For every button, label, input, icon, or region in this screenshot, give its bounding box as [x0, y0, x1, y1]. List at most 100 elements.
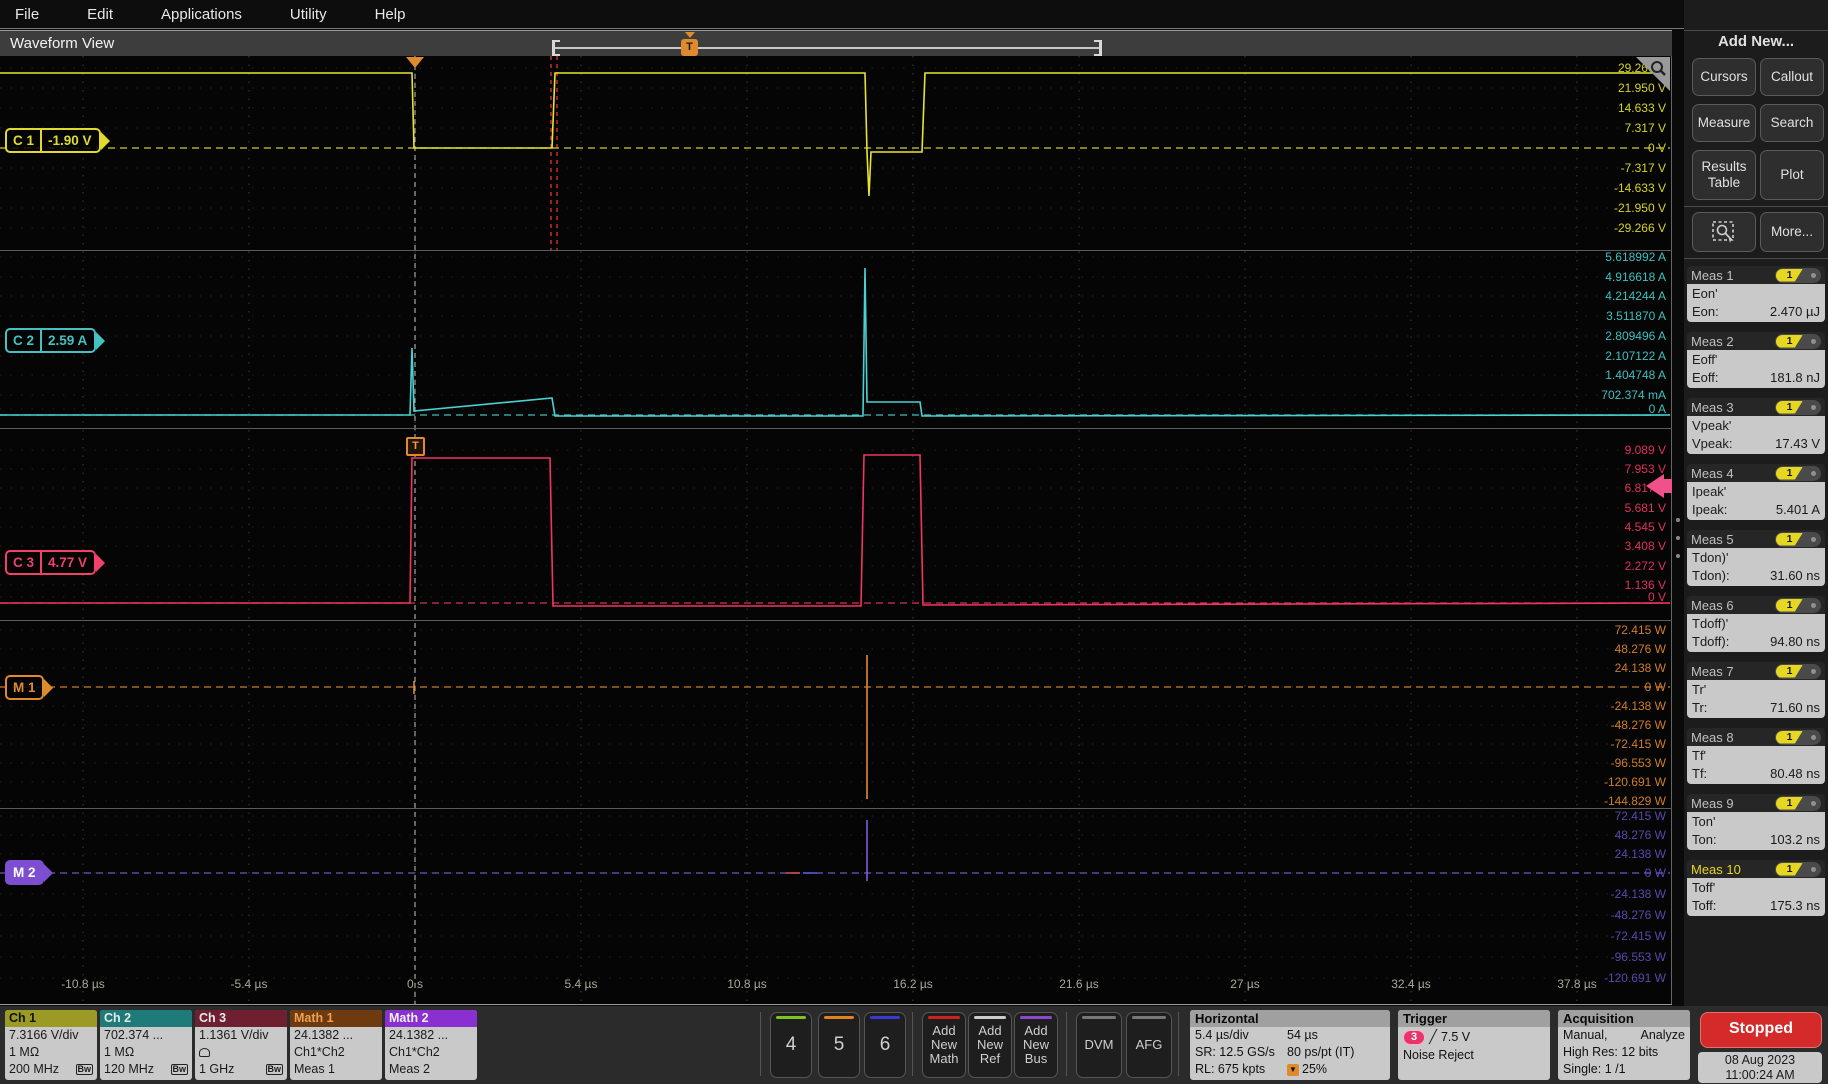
meas-label: Ipeak: [1692, 502, 1727, 517]
afg-button[interactable]: AFG [1126, 1012, 1172, 1078]
m1-scale-label: -96.553 W [1546, 755, 1666, 771]
add-new-measure-button[interactable]: Measure [1692, 104, 1756, 142]
meas-expression: Tdon)' [1692, 550, 1820, 565]
menu-help[interactable]: Help [375, 6, 406, 23]
meas-card-4[interactable]: Meas 41Ipeak'Ipeak:5.401 A [1687, 464, 1825, 520]
trace-ch2 [0, 268, 1670, 416]
panel-drag-handle[interactable] [1676, 518, 1681, 558]
channel-badge-c1[interactable]: C 1 -1.90 V [5, 128, 101, 153]
m1-scale-label: -24.138 W [1546, 698, 1666, 714]
meas-expression: Eoff' [1692, 352, 1820, 367]
meas-card-3[interactable]: Meas 31Vpeak'Vpeak:17.43 V [1687, 398, 1825, 454]
add-new-bus-button[interactable]: Add New Bus [1014, 1012, 1058, 1078]
channel-5-button[interactable]: 5 [818, 1012, 860, 1078]
trace-ch1 [0, 73, 1670, 196]
channel-badge-m2[interactable]: M 2 [5, 860, 44, 885]
channel-card-ch2[interactable]: Ch 2702.374 ...1 MΩ120 MHzBw [100, 1010, 192, 1080]
c1-scale-label: 21.950 V [1546, 80, 1666, 96]
stopped-button[interactable]: Stopped [1700, 1012, 1822, 1048]
meas-card-6[interactable]: Meas 61Tdoff)'Tdoff):94.80 ns [1687, 596, 1825, 652]
channel-card-row: 1 GHz [199, 1061, 234, 1078]
dvm-button[interactable]: DVM [1076, 1012, 1122, 1078]
meas-source-badge[interactable]: 1 [1775, 664, 1821, 679]
menu-edit[interactable]: Edit [87, 6, 113, 23]
meas-card-2[interactable]: Meas 21Eoff'Eoff:181.8 nJ [1687, 332, 1825, 388]
horizontal-settings-card[interactable]: Horizontal 5.4 µs/div54 µs SR: 12.5 GS/s… [1190, 1010, 1390, 1080]
trigger-position-icon: ▼ [1287, 1064, 1299, 1076]
meas-card-7[interactable]: Meas 71Tr'Tr:71.60 ns [1687, 662, 1825, 718]
channel-card-math2[interactable]: Math 224.1382 ...Ch1*Ch2Meas 2 [385, 1010, 477, 1080]
meas-source-badge[interactable]: 1 [1775, 862, 1821, 877]
add-new-search-button[interactable]: Search [1760, 104, 1824, 142]
channel-card-title: Ch 3 [195, 1010, 287, 1027]
meas-card-5[interactable]: Meas 51Tdon)'Tdon):31.60 ns [1687, 530, 1825, 586]
channel-card-math1[interactable]: Math 124.1382 ...Ch1*Ch2Meas 1 [290, 1010, 382, 1080]
meas-card-8[interactable]: Meas 81Tf'Tf:80.48 ns [1687, 728, 1825, 784]
bottom-bar: Ch 17.3166 V/div1 MΩ200 MHzBwCh 2702.374… [0, 1006, 1828, 1084]
m2-scale-label: -96.553 W [1546, 949, 1666, 965]
meas-expression: Eon' [1692, 286, 1820, 301]
channel-card-ch1[interactable]: Ch 17.3166 V/div1 MΩ200 MHzBw [5, 1010, 97, 1080]
meas-source-badge[interactable]: 1 [1775, 334, 1821, 349]
more-button[interactable]: More... [1760, 212, 1824, 252]
meas-expression: Ton' [1692, 814, 1820, 829]
acquisition-analyze: Analyze [1641, 1027, 1685, 1044]
add-new-cursors-button[interactable]: Cursors [1692, 58, 1756, 96]
record-view-left-bracket[interactable] [552, 40, 555, 56]
record-view-bar[interactable] [552, 47, 1101, 49]
c3-scale-label: 0 V [1546, 589, 1666, 605]
trigger-position-marker-icon[interactable] [406, 57, 424, 68]
channel-card-row: 702.374 ... [104, 1027, 163, 1044]
channel-card-ch3[interactable]: Ch 31.1361 V/div1 GHzBw [195, 1010, 287, 1080]
record-view-trigger-icon[interactable]: T [681, 39, 698, 56]
c2-scale-label: 3.511870 A [1546, 308, 1666, 324]
acquisition-settings-card[interactable]: Acquisition Manual,Analyze High Res: 12 … [1558, 1010, 1690, 1080]
measurement-annotation-arrow-icon[interactable] [1646, 474, 1664, 498]
channel-card-row: 24.1382 ... [389, 1027, 448, 1044]
trigger-settings-card[interactable]: Trigger 3 ╱ 7.5 V Noise Reject [1398, 1010, 1550, 1080]
trigger-level-badge[interactable]: T [406, 437, 425, 456]
menu-file[interactable]: File [15, 6, 39, 23]
c1-scale-label: 0 V [1546, 140, 1666, 156]
meas-source-badge[interactable]: 1 [1775, 730, 1821, 745]
c2-scale-label: 2.809496 A [1546, 328, 1666, 344]
channel-badge-c2[interactable]: C 2 2.59 A [5, 328, 96, 353]
add-new-ref-button[interactable]: Add New Ref [968, 1012, 1012, 1078]
meas-expression: Ipeak' [1692, 484, 1820, 499]
date-label: 08 Aug 2023 [1698, 1053, 1822, 1068]
meas-source-badge[interactable]: 1 [1775, 598, 1821, 613]
channel-card-row: Meas 1 [294, 1061, 335, 1078]
meas-source-badge[interactable]: 1 [1775, 268, 1821, 283]
add-new-plot-button[interactable]: Plot [1760, 150, 1824, 200]
meas-source-badge[interactable]: 1 [1775, 532, 1821, 547]
zoom-select-button[interactable] [1692, 212, 1756, 252]
meas-source-badge[interactable]: 1 [1775, 400, 1821, 415]
channel-badge-m1[interactable]: M 1 [5, 675, 44, 700]
c3-scale-label: 2.272 V [1546, 558, 1666, 574]
add-new-results-table-button[interactable]: Results Table [1692, 150, 1756, 200]
channel-4-button[interactable]: 4 [770, 1012, 812, 1078]
time-axis-label: 32.4 µs [1371, 977, 1451, 991]
add-new-math-button[interactable]: Add New Math [922, 1012, 966, 1078]
meas-source-badge[interactable]: 1 [1775, 796, 1821, 811]
channel-card-row: Ch1*Ch2 [389, 1044, 440, 1061]
c3-scale-label: 3.408 V [1546, 538, 1666, 554]
meas-source-badge[interactable]: 1 [1775, 466, 1821, 481]
add-new-callout-button[interactable]: Callout [1760, 58, 1824, 96]
menu-utility[interactable]: Utility [290, 6, 327, 23]
meas-label: Tr: [1692, 700, 1707, 715]
record-view-right-bracket[interactable] [1099, 40, 1102, 56]
menu-applications[interactable]: Applications [161, 6, 242, 23]
meas-card-1[interactable]: Meas 11Eon'Eon:2.470 µJ [1687, 266, 1825, 322]
oscilloscope-screen: FileEditApplicationsUtilityHelp Tektroni… [0, 0, 1828, 1084]
meas-card-10[interactable]: Meas 101Toff'Toff:175.3 ns [1687, 860, 1825, 916]
meas-expression: Tdoff)' [1692, 616, 1820, 631]
meas-name: Meas 7 [1691, 664, 1734, 679]
channel-6-button[interactable]: 6 [864, 1012, 906, 1078]
meas-card-9[interactable]: Meas 91Ton'Ton:103.2 ns [1687, 794, 1825, 850]
time-axis-label: 21.6 µs [1039, 977, 1119, 991]
meas-label: Toff: [1692, 898, 1716, 913]
tab-waveform-view[interactable]: Waveform View [10, 35, 114, 52]
channel-badge-c3[interactable]: C 3 4.77 V [5, 550, 96, 575]
meas-value: 181.8 nJ [1770, 370, 1820, 385]
